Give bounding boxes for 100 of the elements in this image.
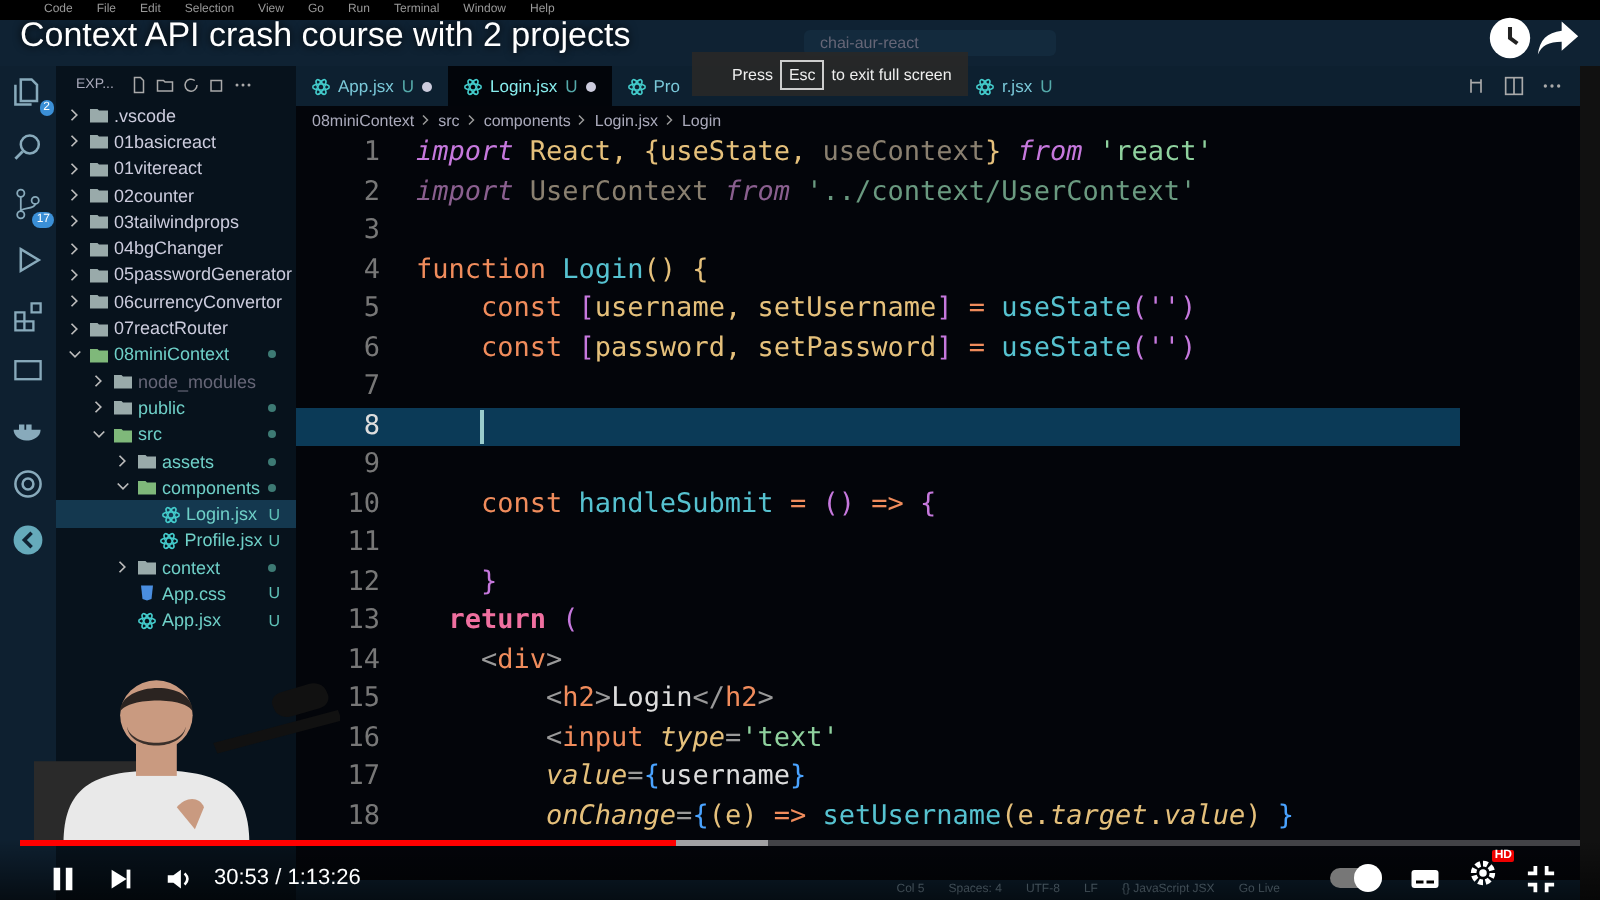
file-name: components (162, 477, 262, 498)
file-name: src (138, 424, 164, 445)
file-name: 06currencyConvertor (114, 291, 285, 312)
unsaved-dot (585, 81, 596, 91)
file-name: 01vitereact (114, 158, 205, 179)
code-line: } (479, 567, 498, 598)
tree-item[interactable]: assets (56, 447, 296, 475)
line-number: 4 (361, 255, 382, 286)
tree-item[interactable]: Login.jsx U (56, 500, 296, 528)
file-name: 05passwordGenerator (114, 264, 295, 285)
tree-item[interactable]: 05passwordGenerator (56, 261, 296, 289)
search-icon[interactable] (10, 130, 46, 166)
line-number: 16 (345, 723, 382, 754)
tree-item[interactable]: 01basicreact (56, 128, 296, 156)
code-line: function Login() { (416, 255, 709, 286)
code-line: <h2>Login</h2> (544, 684, 774, 715)
css-icon (138, 584, 156, 603)
tree-item[interactable]: 04bgChanger (56, 234, 296, 262)
chevron-right-icon (420, 114, 433, 126)
code-line: import React, {useState, useContext} from 'react' (416, 138, 1213, 169)
tree-item[interactable]: public (56, 394, 296, 422)
tree-item[interactable]: Profile.jsx U (56, 527, 296, 555)
tree-item[interactable]: App.css U (56, 580, 296, 608)
react-icon (464, 77, 483, 95)
autoplay-toggle[interactable] (1330, 868, 1382, 888)
tree-item[interactable]: App.jsx U (56, 607, 296, 634)
breadcrumb[interactable]: Login.jsx (594, 111, 658, 129)
line-number: 14 (345, 645, 382, 676)
video-title[interactable]: Context API crash course with 2 projects (20, 16, 631, 56)
file-name: Login.jsx (186, 504, 260, 525)
time-display: 30:53 / 1:13:26 (214, 866, 361, 890)
git-status: U (268, 531, 280, 550)
clock-icon[interactable] (1488, 16, 1532, 60)
line-number: 17 (345, 762, 382, 793)
code-line: const [password, setPassword] = useState('') (479, 333, 1197, 364)
code-line: import UserContext from '../context/UserContext' (416, 177, 1197, 208)
refresh-icon[interactable] (181, 75, 200, 93)
file-name: assets (162, 451, 217, 471)
react-icon (138, 611, 156, 630)
tree-item[interactable]: 02counter (56, 181, 296, 209)
settings-icon[interactable] (1468, 858, 1498, 888)
tree-item[interactable]: context (56, 554, 296, 581)
editor-tab[interactable]: App.jsx U (296, 66, 449, 106)
progress-track[interactable] (20, 840, 1580, 846)
tree-item[interactable]: components (56, 474, 296, 501)
breadcrumb[interactable]: Login (681, 111, 722, 129)
unsaved-dot (422, 81, 433, 91)
line-number: 10 (345, 489, 382, 520)
breadcrumb[interactable]: 08miniContext (312, 111, 415, 129)
breadcrumb[interactable]: src (438, 111, 460, 129)
line-number: 18 (345, 801, 382, 832)
chevron-right-icon (116, 454, 130, 468)
chevron-down-icon (116, 480, 130, 495)
file-name: node_modules (138, 371, 259, 392)
line-number: 13 (345, 606, 382, 637)
line-number: 15 (345, 684, 382, 715)
chevron-down-icon (92, 427, 106, 442)
folder-icon (138, 558, 156, 577)
file-name: public (138, 397, 188, 418)
tree-item[interactable]: 07reactRouter (56, 314, 296, 342)
react-icon (975, 77, 994, 95)
new-folder-icon[interactable] (155, 75, 174, 93)
tree-item[interactable]: .vscode (56, 102, 296, 129)
branch-icon[interactable] (10, 186, 46, 222)
line-number: 2 (361, 177, 382, 208)
exit-fullscreen-icon[interactable] (1526, 863, 1556, 893)
line-number: 3 (361, 216, 382, 247)
line-number: 12 (345, 567, 382, 598)
new-file-icon[interactable] (129, 75, 148, 93)
breadcrumb[interactable]: components (483, 111, 571, 129)
pause-icon[interactable] (48, 863, 78, 893)
file-name: 01basicreact (114, 131, 219, 152)
editor-tab[interactable]: Pro (611, 66, 680, 106)
code-line: <input type='text' (544, 723, 839, 754)
tree-item[interactable]: 06currencyConvertor (56, 288, 296, 315)
line-number: 8 (361, 411, 382, 442)
chevron-circle-icon[interactable] (10, 522, 46, 558)
split-editor-icon[interactable] (1504, 76, 1524, 96)
tree-item[interactable]: 08miniContext (56, 341, 296, 368)
editor-tab[interactable]: r.jsx U (959, 66, 1069, 106)
editor-tab[interactable]: Login.jsx U (448, 66, 612, 106)
tree-item[interactable]: src (56, 421, 296, 448)
toast-text: to exit full screen (831, 65, 952, 83)
chevron-right-icon (116, 560, 130, 575)
code-line: return ( (446, 606, 579, 637)
file-name: 02counter (114, 185, 197, 206)
chevron-right-icon (465, 114, 478, 126)
tree-item[interactable]: 01vitereact (56, 155, 296, 182)
line-number: 1 (361, 138, 382, 169)
collapse-icon[interactable] (207, 75, 226, 93)
react-icon (627, 77, 646, 95)
line-number: 6 (361, 333, 382, 364)
file-name: Profile.jsx (184, 530, 263, 551)
extensions-icon[interactable] (10, 298, 46, 334)
git-status: U (268, 505, 280, 524)
file-name: App.css (162, 583, 229, 604)
chevron-right-icon (663, 114, 676, 126)
tree-item[interactable]: 03tailwindprops (56, 208, 296, 235)
text-cursor (480, 409, 484, 444)
line-number: 7 (361, 372, 382, 403)
